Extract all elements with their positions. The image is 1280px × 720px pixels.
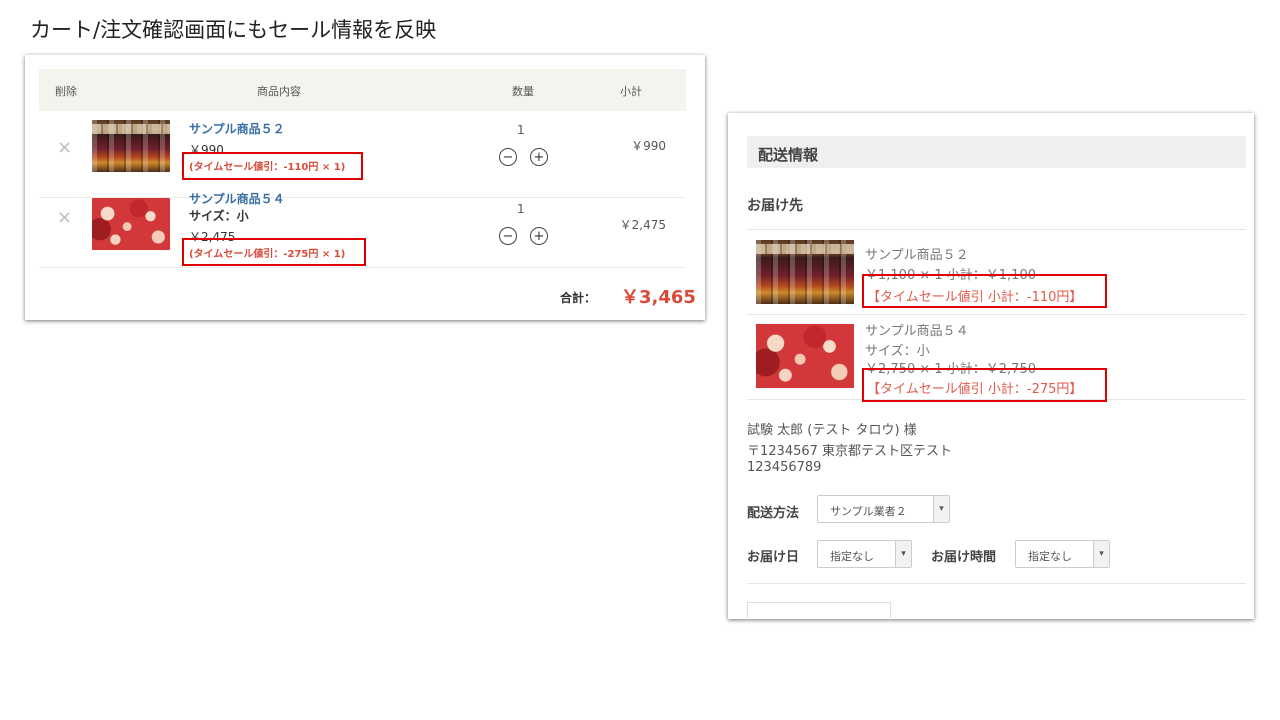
chevron-down-icon: ▾ bbox=[933, 496, 949, 522]
minus-icon[interactable]: − bbox=[499, 148, 517, 166]
header-content: 商品内容 bbox=[257, 85, 301, 98]
plus-icon[interactable]: + bbox=[530, 227, 548, 245]
shipping-item-name: サンプル商品５２ bbox=[865, 248, 969, 263]
highlight-box bbox=[862, 368, 1107, 402]
delivery-time-select[interactable]: 指定なし ▾ bbox=[1015, 540, 1110, 568]
product-image-jam bbox=[756, 240, 854, 304]
destination-label: お届け先 bbox=[747, 198, 803, 214]
chevron-down-icon: ▾ bbox=[1093, 541, 1109, 567]
qty-value: 1 bbox=[517, 202, 525, 216]
product-image-strawberries[interactable] bbox=[92, 198, 170, 250]
cart-table-header: 削除 商品内容 数量 小計 bbox=[39, 69, 686, 111]
minus-icon[interactable]: − bbox=[499, 227, 517, 245]
qty-value: 1 bbox=[517, 123, 525, 137]
product-image-jam[interactable] bbox=[92, 120, 170, 172]
header-subtotal: 小計 bbox=[620, 85, 642, 98]
product-attribute: サイズ：小 bbox=[189, 209, 249, 223]
plus-icon[interactable]: + bbox=[530, 148, 548, 166]
header-delete: 削除 bbox=[55, 85, 77, 98]
divider bbox=[747, 583, 1246, 584]
delete-icon[interactable]: × bbox=[57, 207, 72, 228]
header-qty: 数量 bbox=[512, 85, 534, 98]
partial-button[interactable] bbox=[747, 602, 891, 620]
total-value: ￥3,465 bbox=[621, 287, 696, 308]
highlight-box bbox=[862, 274, 1107, 308]
delivery-date-label: お届け日 bbox=[747, 550, 800, 565]
product-name-link[interactable]: サンプル商品５２ bbox=[189, 120, 285, 137]
shipping-item-attr: サイズ：小 bbox=[865, 344, 930, 359]
product-image-strawberries bbox=[756, 324, 854, 388]
row-subtotal: ￥2,475 bbox=[619, 218, 666, 232]
highlight-box bbox=[182, 238, 366, 266]
shipping-panel: 配送情報 お届け先 サンプル商品５２ ￥1,100 × 1 小計：￥1,100 … bbox=[728, 113, 1254, 620]
delete-icon[interactable]: × bbox=[57, 137, 72, 158]
recipient-name: 試験 太郎 (テスト タロウ) 様 bbox=[747, 423, 917, 438]
select-value: サンプル業者２ bbox=[830, 505, 907, 518]
shipping-item-name: サンプル商品５４ bbox=[865, 324, 969, 339]
select-value: 指定なし bbox=[1028, 550, 1072, 563]
slide-title: カート/注文確認画面にもセール情報を反映 bbox=[30, 18, 437, 42]
cart-panel: 削除 商品内容 数量 小計 × サンプル商品５２ ￥990 (タイムセール値引：… bbox=[25, 55, 705, 320]
delivery-time-label: お届け時間 bbox=[931, 550, 997, 565]
total-label: 合計： bbox=[560, 291, 597, 305]
shipping-header: 配送情報 bbox=[747, 136, 1246, 168]
select-value: 指定なし bbox=[830, 550, 874, 563]
delivery-date-select[interactable]: 指定なし ▾ bbox=[817, 540, 912, 568]
shipping-title: 配送情報 bbox=[758, 146, 819, 164]
divider bbox=[747, 314, 1246, 315]
divider bbox=[747, 229, 1246, 230]
highlight-box bbox=[182, 152, 363, 180]
recipient-address: 〒1234567 東京都テスト区テスト bbox=[747, 444, 953, 459]
product-name-link[interactable]: サンプル商品５４ bbox=[189, 190, 285, 207]
row-subtotal: ￥990 bbox=[631, 139, 666, 153]
delivery-method-label: 配送方法 bbox=[747, 506, 800, 521]
chevron-down-icon: ▾ bbox=[895, 541, 911, 567]
recipient-phone: 123456789 bbox=[747, 460, 822, 475]
delivery-method-select[interactable]: サンプル業者２ ▾ bbox=[817, 495, 950, 523]
